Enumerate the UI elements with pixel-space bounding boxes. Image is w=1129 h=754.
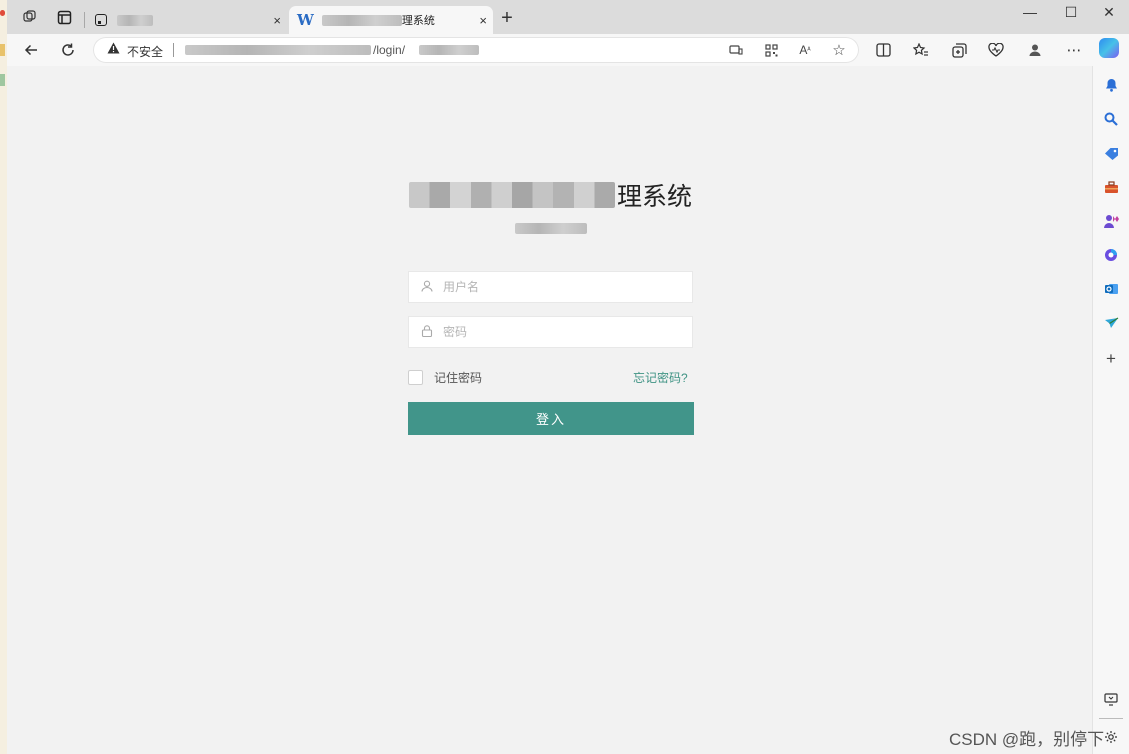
edge-dot [0,10,5,16]
url-redacted [419,45,479,55]
profile-icon[interactable] [1025,40,1045,60]
workspaces-icon[interactable] [21,8,39,26]
page-favicon-icon [95,14,107,26]
minimize-button[interactable]: — [1015,4,1045,20]
password-field[interactable] [408,316,693,348]
site-favicon-icon: W [297,11,314,29]
refresh-icon[interactable] [57,39,79,61]
tab-strip: × W 理系统 × + — ☐ ✕ [7,0,1129,34]
browser-essentials-icon[interactable] [986,40,1006,60]
new-tab-button[interactable]: + [497,7,517,30]
browser-window: × W 理系统 × + — ☐ ✕ 不安全 /login/ A ᴬ ☆ ⋯ 理系… [7,0,1129,754]
favorite-star-icon[interactable]: ☆ [830,41,848,59]
title-suffix: 理系统 [617,183,693,211]
user-icon [420,280,434,295]
edge-icon [0,44,5,56]
remember-password[interactable]: 记住密码 [408,369,482,386]
login-button[interactable]: 登入 [408,402,694,435]
remember-checkbox[interactable] [408,370,423,385]
security-label[interactable]: 不安全 [127,43,163,60]
tab-title-suffix: 理系统 [401,15,435,27]
password-input[interactable] [441,324,675,340]
hide-sidebar-icon[interactable] [1100,688,1122,710]
outlook-icon[interactable] [1100,278,1122,300]
username-input[interactable] [441,279,675,295]
maximize-button[interactable]: ☐ [1056,4,1086,21]
collections-icon[interactable] [949,40,969,60]
sidebar-divider [1099,718,1123,719]
url-text: /login/ [373,43,406,57]
plus-icon[interactable]: + [1100,348,1122,370]
title-redacted [409,182,615,208]
page-content: 理系统 记住密码 忘记密码? 登入 [7,66,1092,754]
office-icon[interactable] [1100,244,1122,266]
tab-actions-icon[interactable] [55,8,73,26]
forgot-password-link[interactable]: 忘记密码? [633,369,688,386]
url-redacted [185,45,371,55]
remember-label[interactable]: 记住密码 [434,369,482,386]
address-separator [173,43,174,57]
bell-icon[interactable] [1100,74,1122,96]
tag-icon[interactable] [1100,142,1122,164]
search-icon[interactable] [1100,108,1122,130]
subtitle-redacted [515,223,587,234]
close-tab-icon[interactable]: × [479,13,487,28]
edge-sidebar: + [1092,66,1129,754]
tab-separator [84,12,85,28]
app-available-icon[interactable] [727,41,745,59]
split-screen-icon[interactable] [873,40,893,60]
tab-inactive[interactable]: × [87,6,287,34]
favorites-icon[interactable] [911,40,931,60]
tab-title-redacted [117,14,153,26]
tab-title-redacted [321,14,402,26]
back-icon[interactable] [20,39,42,61]
read-aloud-icon[interactable]: Aᴬ [796,41,814,59]
toolbar: 不安全 /login/ Aᴬ ☆ ⋯ [7,34,1129,66]
close-window-button[interactable]: ✕ [1094,4,1124,21]
edge-icon [0,74,5,86]
close-tab-icon[interactable]: × [273,13,281,28]
csdn-watermark: CSDN @跑，别停下 [949,730,1105,749]
tab-active[interactable]: W 理系统 × [289,6,493,34]
qr-code-icon[interactable] [762,41,780,59]
more-options-icon[interactable]: ⋯ [1064,40,1084,60]
warning-icon[interactable] [107,42,120,57]
copilot-icon[interactable] [1099,38,1119,58]
address-bar[interactable]: 不安全 /login/ Aᴬ ☆ [93,37,859,63]
toolbox-icon[interactable] [1100,176,1122,198]
people-icon[interactable] [1100,210,1122,232]
lock-icon [420,324,434,340]
username-field[interactable] [408,271,693,303]
system-title: 理系统 [409,178,692,212]
send-icon[interactable] [1100,312,1122,334]
